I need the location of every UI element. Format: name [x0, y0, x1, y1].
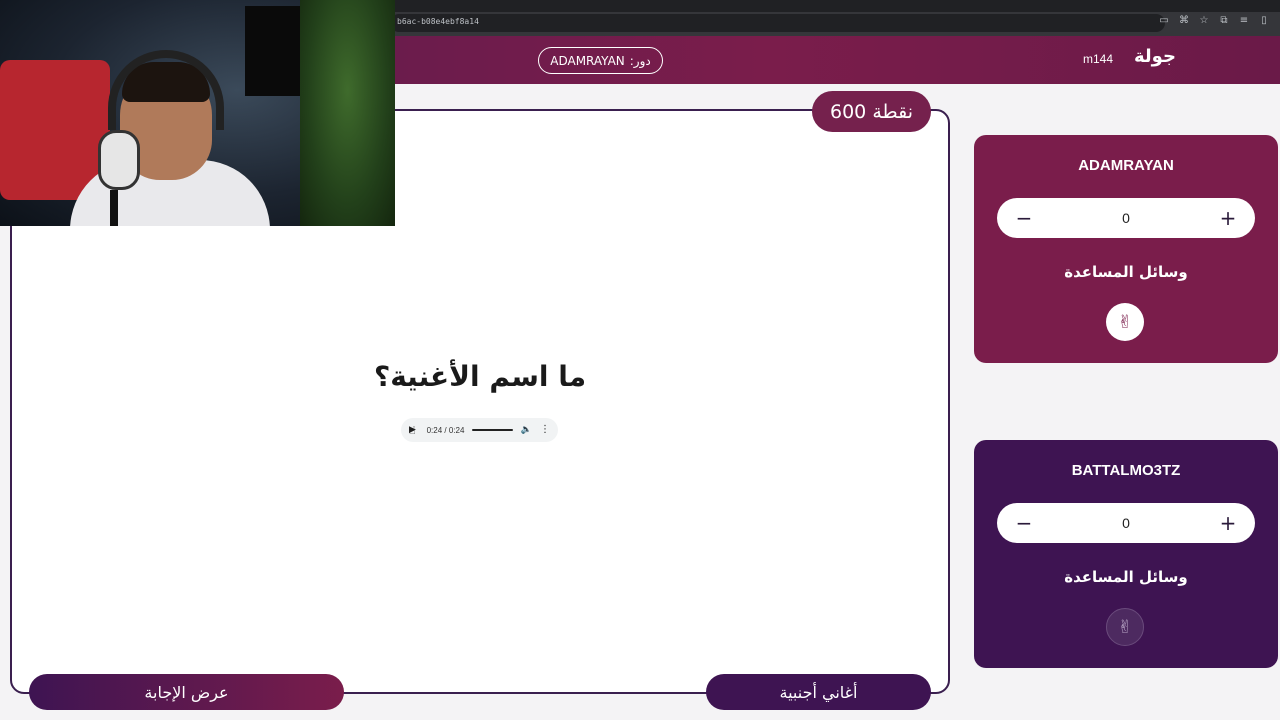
microphone-icon	[98, 130, 140, 190]
mouse-cursor-icon: ☝	[409, 424, 416, 437]
sidebar-icon[interactable]: ▯	[1258, 15, 1270, 27]
score-value: 0	[1122, 515, 1130, 531]
show-answer-button[interactable]: عرض الإجابة	[29, 674, 344, 710]
aids-label: وسائل المساعدة	[1064, 568, 1188, 586]
reading-list-icon[interactable]: ≡	[1238, 15, 1250, 27]
audio-time: 0:24 / 0:24	[426, 425, 465, 435]
question-text: ما اسم الأغنية؟	[373, 360, 587, 393]
turn-label: دور:	[629, 53, 651, 68]
score-stepper: − 0 +	[997, 503, 1255, 543]
team-panel-2: BATTALMO3TZ − 0 + وسائل المساعدة ✌	[974, 440, 1278, 668]
decrement-button[interactable]: −	[1013, 512, 1035, 534]
webcam-background-plant	[300, 0, 395, 226]
more-options-icon[interactable]: ⋮	[540, 425, 550, 435]
team-name: ADAMRAYAN	[1078, 157, 1174, 174]
extensions-icon[interactable]: ⧉	[1218, 15, 1230, 27]
increment-button[interactable]: +	[1217, 512, 1239, 534]
username: m144	[1083, 52, 1114, 66]
webcam-overlay	[0, 0, 395, 226]
team-name: BATTALMO3TZ	[1071, 462, 1181, 479]
logo[interactable]: جولة	[1134, 46, 1176, 67]
category-badge: أغاني أجنبية	[706, 674, 931, 710]
browser-toolbar-icons: ▭ ⌘ ☆ ⧉ ≡ ▯	[1158, 15, 1270, 27]
team-panel-1: ADAMRAYAN − 0 + وسائل المساعدة ✌	[974, 135, 1278, 363]
points-badge: 600 نقطة	[812, 91, 931, 132]
volume-icon[interactable]: 🔈	[521, 425, 532, 435]
audio-progress-bar[interactable]	[472, 429, 513, 431]
turn-indicator: دور: ADAMRAYAN	[538, 47, 663, 74]
screen-cast-icon[interactable]: ▭	[1158, 15, 1170, 27]
webcam-streamer	[70, 40, 270, 226]
aids-label: وسائل المساعدة	[1064, 263, 1188, 281]
translate-icon[interactable]: ⌘	[1178, 15, 1190, 27]
address-bar[interactable]	[390, 14, 1165, 32]
score-value: 0	[1122, 210, 1130, 226]
bookmark-star-icon[interactable]: ☆	[1198, 15, 1210, 27]
increment-button[interactable]: +	[1217, 207, 1239, 229]
turn-player: ADAMRAYAN	[550, 53, 625, 68]
decrement-button[interactable]: −	[1013, 207, 1035, 229]
victory-hand-aid-button[interactable]: ✌	[1106, 303, 1144, 341]
audio-player[interactable]: ▶ 0:24 / 0:24 🔈 ⋮	[401, 418, 558, 442]
victory-hand-aid-button[interactable]: ✌	[1106, 608, 1144, 646]
score-stepper: − 0 +	[997, 198, 1255, 238]
address-bar-url: b6ac-b08e4ebf8a14	[397, 17, 479, 26]
